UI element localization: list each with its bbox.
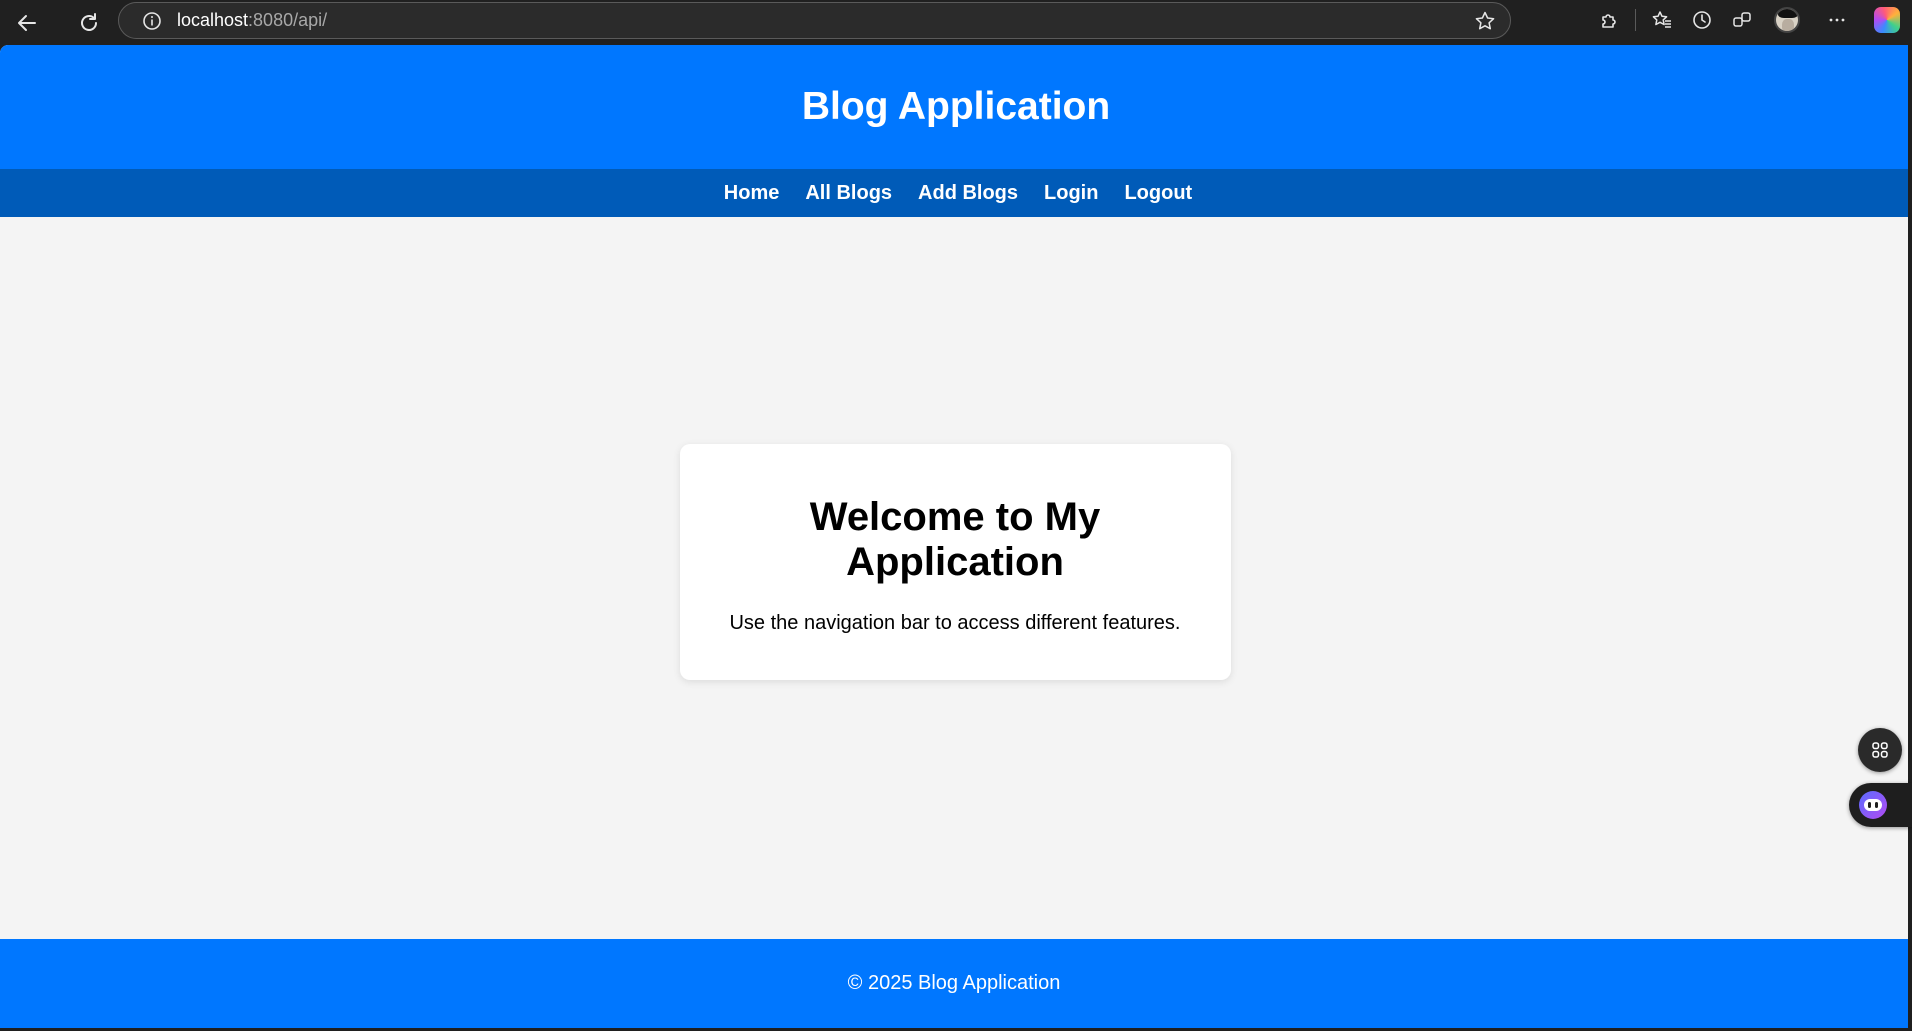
nav-home[interactable]: Home [724, 182, 780, 205]
nav-add-blogs[interactable]: Add Blogs [918, 182, 1018, 205]
page-viewport: Blog Application Home All Blogs Add Blog… [0, 45, 1908, 1028]
url-path: :8080/api/ [248, 10, 328, 30]
history-icon [1693, 11, 1711, 29]
site-title: Blog Application [801, 85, 1111, 128]
favorites-button[interactable] [1642, 0, 1682, 40]
favorites-icon [1652, 11, 1671, 28]
collections-icon [1733, 12, 1751, 27]
more-button[interactable] [1812, 0, 1862, 40]
toolbar-divider [1635, 9, 1636, 31]
main-content: Welcome to My Application Use the naviga… [0, 217, 1908, 939]
welcome-text: Use the navigation bar to access differe… [729, 612, 1181, 634]
floating-apps-button[interactable] [1858, 728, 1902, 772]
address-bar[interactable]: localhost:8080/api/ [118, 2, 1511, 39]
main-navigation: Home All Blogs Add Blogs Login Logout [0, 169, 1908, 217]
url-host: localhost [177, 10, 249, 30]
star-icon[interactable] [1474, 10, 1496, 37]
url-text[interactable]: localhost:8080/api/ [177, 10, 327, 31]
profile-avatar [1774, 7, 1800, 33]
footer-copyright: © 2025 Blog Application [847, 972, 1061, 994]
extensions-icon [1602, 14, 1616, 28]
reload-button[interactable] [69, 3, 109, 43]
info-icon[interactable] [141, 10, 163, 32]
history-button[interactable] [1682, 0, 1722, 40]
back-button[interactable] [7, 3, 47, 43]
reload-icon [81, 12, 97, 31]
site-footer: © 2025 Blog Application [0, 939, 1908, 1028]
extensions-button[interactable] [1589, 0, 1629, 40]
apps-grid-icon [1872, 742, 1888, 758]
back-arrow-icon [18, 14, 36, 31]
profile-button[interactable] [1762, 0, 1812, 40]
assistant-icon [1859, 791, 1887, 819]
nav-logout[interactable]: Logout [1124, 182, 1192, 205]
more-icon [1829, 18, 1845, 22]
nav-all-blogs[interactable]: All Blogs [805, 182, 892, 205]
browser-toolbar: localhost:8080/api/ [0, 0, 1912, 45]
collections-button[interactable] [1722, 0, 1762, 40]
floating-assistant-button[interactable] [1849, 783, 1912, 827]
welcome-heading: Welcome to My Application [809, 495, 1101, 584]
welcome-card: Welcome to My Application Use the naviga… [679, 444, 1231, 680]
site-header: Blog Application [0, 45, 1908, 169]
copilot-button[interactable] [1862, 0, 1912, 40]
nav-login[interactable]: Login [1044, 182, 1098, 205]
copilot-icon [1874, 7, 1900, 33]
browser-toolbar-icons [1589, 0, 1912, 40]
